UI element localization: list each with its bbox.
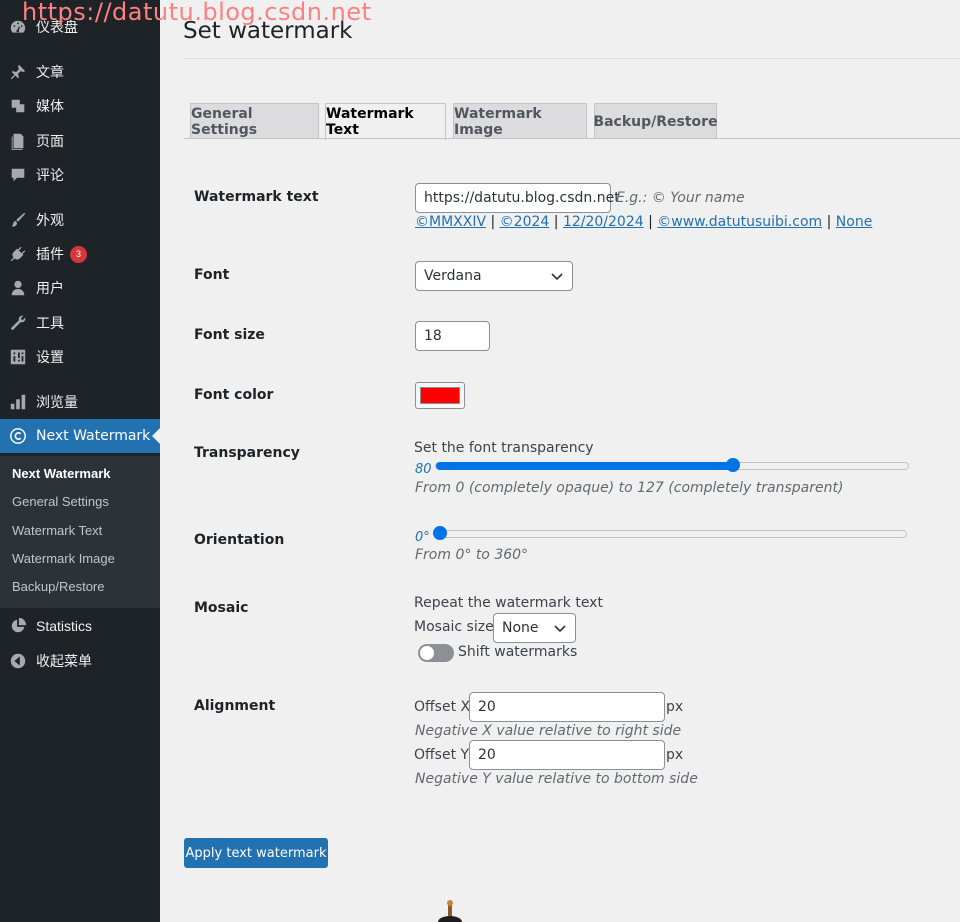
tab-backup-restore[interactable]: Backup/Restore (593, 103, 718, 139)
tab-general-settings[interactable]: General Settings (190, 103, 319, 139)
collapse-menu-button[interactable]: 收起菜单 (0, 644, 160, 678)
collapse-icon (9, 652, 27, 670)
orientation-slider-handle[interactable] (433, 526, 447, 540)
alignment-label: Alignment (194, 698, 276, 714)
brush-icon (9, 211, 27, 229)
orientation-value: 0° (415, 530, 430, 545)
mosaic-size-value: None (502, 620, 539, 636)
sidebar-item-posts[interactable]: 文章 (0, 55, 160, 89)
sidebar-item-views[interactable]: 浏览量 (0, 385, 160, 419)
font-size-input[interactable]: 18 (415, 321, 490, 351)
font-select[interactable]: Verdana (415, 261, 573, 291)
chevron-down-icon (551, 273, 563, 281)
sidebar-item-statistics[interactable]: Statistics (0, 609, 160, 643)
settings-icon (9, 348, 27, 366)
wrench-icon (9, 314, 27, 332)
mosaic-label: Mosaic (194, 600, 249, 616)
plugin-update-badge: 3 (70, 245, 87, 263)
submenu-item-watermark-image[interactable]: Watermark Image (12, 551, 115, 566)
transparency-label: Transparency (194, 445, 300, 461)
plugin-icon (9, 245, 27, 263)
bar-chart-icon (9, 393, 27, 411)
sidebar-item-tools[interactable]: 工具 (0, 306, 160, 340)
tab-divider (184, 138, 960, 139)
offset-x-hint: Negative X value relative to right side (415, 723, 682, 739)
preset-link-none[interactable]: None (836, 214, 873, 230)
pin-icon (9, 63, 27, 81)
next-watermark-submenu: Next Watermark General Settings Watermar… (0, 456, 160, 608)
offset-x-input[interactable]: 20 (469, 692, 665, 722)
offset-y-hint: Negative Y value relative to bottom side (415, 771, 698, 787)
font-color-label: Font color (194, 387, 274, 403)
copyright-icon (9, 427, 27, 445)
sidebar-item-plugins[interactable]: 插件 3 (0, 237, 160, 271)
tab-watermark-text[interactable]: Watermark Text (325, 103, 446, 140)
media-icon (9, 97, 27, 115)
page-icon (9, 132, 27, 150)
font-color-picker[interactable] (415, 382, 465, 409)
font-select-value: Verdana (424, 268, 482, 284)
preset-link-date[interactable]: 12/20/2024 (563, 214, 644, 230)
apply-text-watermark-button[interactable]: Apply text watermark (184, 838, 328, 868)
toggle-knob (420, 646, 434, 660)
watermark-overlay-text: https://datutu.blog.csdn.net (22, 0, 372, 26)
mosaic-size-select[interactable]: None (493, 613, 576, 643)
sidebar-item-media[interactable]: 媒体 (0, 89, 160, 123)
user-icon (9, 279, 27, 297)
preset-link-year[interactable]: ©2024 (500, 214, 550, 230)
transparency-description: Set the font transparency (414, 440, 594, 456)
sidebar-item-appearance[interactable]: 外观 (0, 203, 160, 237)
title-divider (183, 58, 960, 59)
orientation-label: Orientation (194, 532, 285, 548)
preset-link-site[interactable]: ©www.datutusuibi.com (657, 214, 822, 230)
mosaic-description: Repeat the watermark text (414, 595, 603, 611)
offset-x-label: Offset X (414, 699, 471, 715)
font-label: Font (194, 267, 230, 283)
comment-icon (9, 166, 27, 184)
orientation-hint: From 0° to 360° (415, 547, 529, 563)
preview-image (438, 900, 462, 922)
watermark-preset-links: ©MMXXIV | ©2024 | 12/20/2024 | ©www.datu… (415, 214, 873, 230)
sidebar-item-next-watermark[interactable]: Next Watermark (0, 419, 160, 453)
submenu-item-next-watermark[interactable]: Next Watermark (12, 466, 111, 481)
offset-x-unit: px (666, 699, 684, 715)
orientation-slider[interactable] (433, 526, 907, 540)
mosaic-size-label: Mosaic size (414, 619, 494, 635)
pie-chart-icon (9, 617, 27, 635)
watermark-text-hint: E.g.: © Your name (616, 190, 745, 206)
sidebar-item-settings[interactable]: 设置 (0, 340, 160, 374)
admin-sidebar: 仪表盘 文章 媒体 页面 评论 外观 插件 3 用户 工具 设置 浏览量 Nex… (0, 0, 160, 922)
offset-y-input[interactable]: 20 (469, 740, 665, 770)
chevron-down-icon (554, 625, 566, 633)
sidebar-item-pages[interactable]: 页面 (0, 124, 160, 158)
offset-y-label: Offset Y (414, 747, 470, 763)
font-size-label: Font size (194, 327, 265, 343)
transparency-slider[interactable] (435, 458, 909, 472)
tab-watermark-image[interactable]: Watermark Image (453, 103, 587, 139)
preset-link-roman-year[interactable]: ©MMXXIV (415, 214, 486, 230)
watermark-text-input[interactable]: https://datutu.blog.csdn.net (415, 183, 620, 213)
sidebar-item-users[interactable]: 用户 (0, 271, 160, 305)
submenu-item-backup-restore[interactable]: Backup/Restore (12, 579, 105, 594)
submenu-item-general-settings[interactable]: General Settings (12, 494, 109, 509)
offset-y-unit: px (666, 747, 684, 763)
transparency-value: 80 (415, 462, 432, 477)
submenu-item-watermark-text[interactable]: Watermark Text (12, 523, 102, 538)
sidebar-item-comments[interactable]: 评论 (0, 158, 160, 192)
transparency-slider-fill (436, 462, 734, 470)
transparency-hint: From 0 (completely opaque) to 127 (compl… (415, 480, 844, 496)
shift-watermarks-label: Shift watermarks (458, 644, 578, 660)
watermark-text-label: Watermark text (194, 189, 319, 205)
font-color-swatch (420, 387, 460, 404)
transparency-slider-handle[interactable] (726, 458, 741, 472)
shift-watermarks-toggle[interactable] (418, 644, 454, 662)
